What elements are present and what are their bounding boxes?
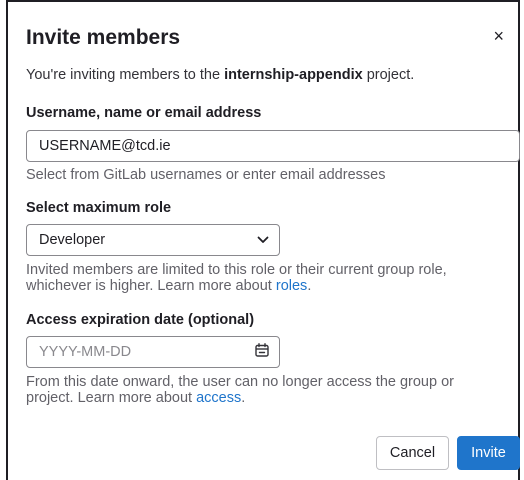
chevron-down-icon [257,232,269,248]
invite-members-modal: Invite members × You're inviting members… [6,0,520,480]
modal-title: Invite members [26,26,181,49]
expiration-label: Access expiration date (optional) [26,312,255,328]
username-value: USERNAME@tcd.ie [39,138,171,154]
cancel-button[interactable]: Cancel [376,436,449,470]
role-selected: Developer [39,232,106,248]
modal-intro: You're inviting members to the internshi… [26,67,414,83]
role-label: Select maximum role [26,200,172,216]
role-help-end: . [307,278,312,294]
intro-prefix: You're inviting members to the [26,67,225,83]
calendar-icon[interactable] [255,343,269,361]
expiration-help: From this date onward, the user can no l… [26,374,496,406]
close-icon[interactable]: × [493,27,504,45]
expiration-placeholder: YYYY-MM-DD [39,344,132,360]
expiration-help-end: . [241,390,246,406]
roles-link[interactable]: roles [276,278,307,294]
project-name: internship-appendix [224,67,363,83]
role-select[interactable]: Developer [26,224,280,256]
invite-button[interactable]: Invite [457,436,520,470]
role-help-text: Invited members are limited to this role… [26,262,447,294]
expiration-date-input[interactable]: YYYY-MM-DD [26,336,280,368]
username-input[interactable]: USERNAME@tcd.ie [26,130,520,162]
username-help: Select from GitLab usernames or enter em… [26,167,386,183]
intro-suffix: project. [362,67,415,83]
role-help: Invited members are limited to this role… [26,262,496,294]
access-link[interactable]: access [196,390,241,406]
username-label: Username, name or email address [26,105,262,121]
